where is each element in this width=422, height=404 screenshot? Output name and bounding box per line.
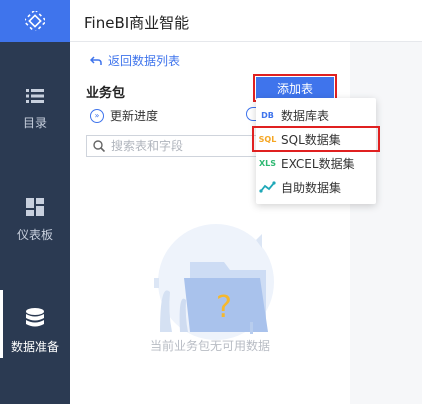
self-service-icon <box>259 181 276 193</box>
package-title: 业务包 <box>86 86 126 101</box>
dropdown-item-self-service-dataset[interactable]: 自助数据集 <box>256 175 376 199</box>
dashboard-icon <box>26 198 44 216</box>
search-box[interactable] <box>86 135 264 157</box>
sidebar-item-label: 数据准备 <box>10 340 59 354</box>
empty-state-text: 当前业务包无可用数据 <box>149 339 270 353</box>
sidebar-item-data-prep[interactable]: 数据准备 <box>0 290 70 358</box>
svg-text:?: ? <box>216 290 232 325</box>
sql-icon: SQL <box>258 134 277 144</box>
logo-icon <box>25 11 45 31</box>
app-title: FineBI商业智能 <box>84 14 190 32</box>
search-icon <box>93 140 105 152</box>
search-input[interactable] <box>111 139 251 153</box>
sidebar-item-catalog[interactable]: 目录 <box>0 88 70 131</box>
dropdown-item-excel-dataset[interactable]: XLS EXCEL数据集 <box>256 151 376 175</box>
excel-icon: XLS <box>258 158 277 168</box>
update-progress-button[interactable]: » 更新进度 <box>90 107 158 124</box>
dropdown-item-sql-dataset[interactable]: SQL SQL数据集 <box>252 126 380 152</box>
add-table-button[interactable]: 添加表 <box>253 74 337 102</box>
add-table-dropdown: DB 数据库表 SQL SQL数据集 XLS EXCEL数据集 自助数据集 <box>252 98 380 204</box>
dropdown-item-label: 自助数据集 <box>281 180 342 195</box>
list-icon <box>26 89 44 103</box>
sidebar: 目录 仪表板 数据准备 <box>0 0 70 404</box>
app-window: 目录 仪表板 数据准备 FineBI商业智能 返回数据列表 业务包 添加表 » … <box>0 0 422 404</box>
app-logo[interactable] <box>0 0 70 42</box>
database-icon <box>26 308 44 327</box>
dropdown-item-database-table[interactable]: DB 数据库表 <box>256 103 376 127</box>
business-package-panel: 返回数据列表 业务包 添加表 » 更新进度 ? 当前业务包 <box>70 42 350 404</box>
back-to-data-list-link[interactable]: 返回数据列表 <box>90 52 180 69</box>
sidebar-item-label: 目录 <box>22 116 47 130</box>
dropdown-item-label: 数据库表 <box>281 108 330 123</box>
top-bar: FineBI商业智能 <box>70 0 422 42</box>
sidebar-item-label: 仪表板 <box>16 228 53 242</box>
back-arrow-icon <box>90 55 102 65</box>
sidebar-item-dashboard[interactable]: 仪表板 <box>0 198 70 243</box>
db-icon: DB <box>261 110 274 120</box>
dropdown-item-label: SQL数据集 <box>281 132 341 147</box>
content-area <box>350 42 422 404</box>
back-link-label: 返回数据列表 <box>108 54 181 68</box>
update-progress-icon: » <box>90 108 104 123</box>
dropdown-item-label: EXCEL数据集 <box>281 156 355 171</box>
update-progress-label: 更新进度 <box>110 109 159 123</box>
